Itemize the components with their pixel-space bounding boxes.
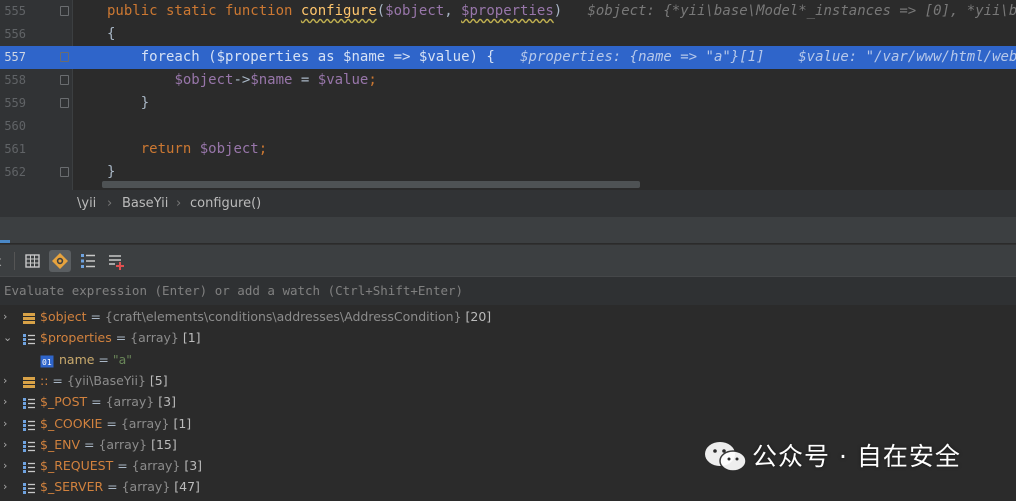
evaluate-expression-placeholder: Evaluate expression (Enter) or add a wat… (4, 283, 464, 298)
svg-text:x: x (0, 255, 2, 270)
variable-label: :: = {yii\BaseYii} [5] (40, 372, 168, 388)
variable-label: $_POST = {array} [3] (40, 394, 176, 410)
line-number[interactable]: 555 (0, 0, 26, 23)
variable-row[interactable]: › $_COOKIE = {array} [1] (0, 413, 1016, 434)
breadcrumb-item-namespace[interactable]: \yii (77, 196, 96, 211)
code-line[interactable]: 555 public static function configure($obj… (0, 0, 1016, 23)
code-text: public static function configure($object… (107, 3, 1016, 19)
code-text: return $object; (140, 141, 268, 157)
fold-marker-icon[interactable] (60, 75, 69, 85)
chevron-right-icon[interactable]: › (3, 391, 7, 412)
code-text: } (107, 95, 150, 111)
chevron-right-icon[interactable]: › (3, 455, 7, 476)
variable-row[interactable]: › $_SERVER = {array} [47] (0, 476, 1016, 497)
variable-label: $_ENV = {array} [15] (40, 436, 177, 452)
svg-text:01: 01 (42, 358, 52, 367)
line-number[interactable]: 557 (0, 46, 26, 69)
chevron-right-icon[interactable]: › (3, 306, 7, 327)
chevron-right-icon: › (107, 196, 113, 211)
debug-variables-toolbar: x (0, 244, 1016, 277)
code-line[interactable]: 556 { (0, 23, 1016, 46)
line-number[interactable]: 556 (0, 23, 26, 46)
code-line[interactable]: 559 } (0, 92, 1016, 115)
add-watch-icon[interactable] (105, 250, 127, 272)
breadcrumb-item-method[interactable]: configure() (190, 196, 261, 211)
breadcrumb: \yii › BaseYii › configure() (0, 190, 1016, 217)
toolbar-divider (14, 252, 15, 270)
chevron-right-icon[interactable]: › (3, 413, 7, 434)
code-line[interactable]: 560 (0, 115, 1016, 138)
line-number[interactable]: 559 (0, 92, 26, 115)
chevron-right-icon: › (176, 196, 182, 211)
variable-child-row[interactable]: 01 name = "a" (0, 349, 1016, 370)
code-text: foreach ($properties as $name => $value)… (140, 49, 1016, 65)
chevron-right-icon[interactable]: › (3, 434, 7, 455)
watch-icon[interactable] (49, 250, 71, 272)
line-number[interactable]: 560 (0, 115, 26, 138)
code-text: { (107, 26, 116, 42)
breadcrumb-item-class[interactable]: BaseYii (122, 196, 168, 211)
code-editor[interactable]: 555 public static function configure($obj… (0, 0, 1016, 190)
variable-label: $_REQUEST = {array} [3] (40, 458, 203, 474)
line-number[interactable]: 561 (0, 138, 26, 161)
code-line[interactable]: 558 $object->$name = $value; (0, 69, 1016, 92)
variable-label: $object = {craft\elements\conditions\add… (40, 309, 492, 324)
fold-marker-icon[interactable] (60, 6, 69, 16)
chevron-right-icon[interactable]: › (3, 370, 7, 391)
variable-row[interactable]: ›:: = {yii\BaseYii} [5] (0, 370, 1016, 391)
evaluate-expression-field[interactable]: Evaluate expression (Enter) or add a wat… (0, 276, 1016, 306)
watermark-text: 公众号 · 自在安全 (752, 442, 961, 471)
horizontal-scrollbar[interactable] (102, 181, 640, 188)
line-number[interactable]: 558 (0, 69, 26, 92)
variable-label: $properties = {array} [1] (40, 330, 201, 346)
variable-label: name = "a" (59, 351, 133, 367)
table-icon[interactable] (22, 250, 44, 272)
debug-tabs-strip (0, 217, 1016, 243)
fold-marker-icon[interactable] (60, 167, 69, 177)
chevron-down-icon[interactable]: ⌄ (3, 327, 12, 348)
fold-marker-icon[interactable] (60, 98, 69, 108)
array-icon (22, 480, 36, 501)
active-tab-indicator (0, 240, 10, 243)
variable-row[interactable]: › $object = {craft\elements\conditions\ad… (0, 306, 1016, 327)
variable-row[interactable]: › $_POST = {array} [3] (0, 391, 1016, 412)
code-line[interactable]: 561 return $object; (0, 138, 1016, 161)
code-line-current[interactable]: 557 foreach ($properties as $name => $va… (0, 46, 1016, 69)
line-number[interactable]: 562 (0, 161, 26, 184)
code-text: $object->$name = $value; (174, 72, 377, 88)
chevron-right-icon[interactable]: › (3, 476, 7, 497)
variable-row[interactable]: ⌄ $properties = {array} [1] (0, 327, 1016, 348)
variable-label: $_COOKIE = {array} [1] (40, 415, 192, 431)
list-icon[interactable] (77, 250, 99, 272)
variable-label: $_SERVER = {array} [47] (40, 479, 200, 495)
wechat-icon (704, 440, 748, 478)
fold-marker-icon[interactable] (60, 52, 69, 62)
